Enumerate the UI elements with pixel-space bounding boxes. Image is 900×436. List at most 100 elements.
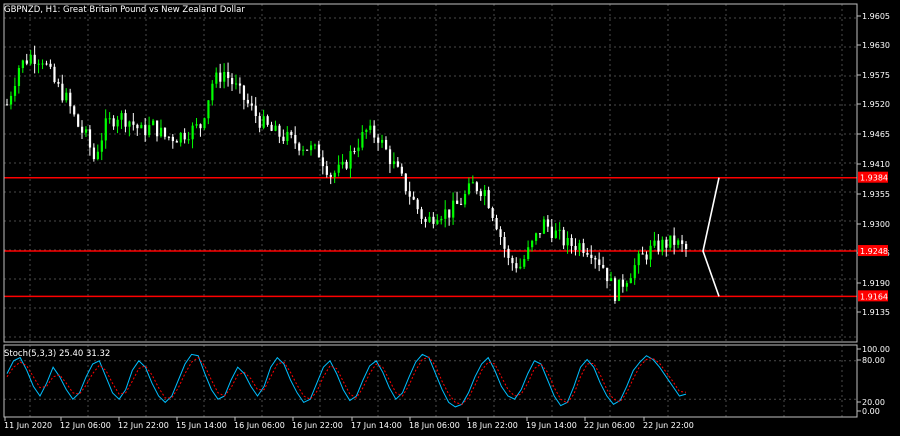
candle-body (9, 95, 13, 105)
candle-body (436, 220, 439, 224)
price-chart[interactable]: 1.9605 1.9630 1.9575 1.9520 1.9465 1.9410 1.93… (0, 0, 900, 436)
candle-body (219, 72, 222, 82)
candle-body (29, 54, 32, 64)
candle-body (152, 120, 155, 126)
candle-body (377, 137, 380, 143)
candle-body (45, 63, 48, 65)
candle-body (306, 149, 309, 151)
candle-body (6, 104, 9, 106)
candle-body (475, 182, 478, 192)
candle-body (53, 66, 56, 82)
candle-body (606, 267, 609, 282)
candle-body (578, 243, 581, 250)
candle-body (633, 265, 636, 279)
candle-body (550, 226, 553, 239)
candle-body (73, 106, 76, 115)
candle-body (274, 125, 277, 131)
candle-body (452, 200, 455, 218)
candle-body (357, 147, 360, 152)
candle-body (313, 144, 317, 146)
candle-body (499, 229, 502, 238)
candle-body (657, 240, 660, 252)
price-tick-label: 1.9630 (862, 41, 890, 50)
candle-body (424, 218, 427, 222)
candle-body (167, 136, 171, 138)
time-tick-label: 17 Jun 14:00 (351, 421, 402, 430)
candle-body (238, 83, 242, 86)
candle-body (649, 245, 652, 260)
candle-body (353, 151, 356, 153)
candle-body (456, 200, 459, 204)
candle-body (463, 193, 467, 205)
candle-body (487, 190, 490, 209)
candle-body (211, 83, 214, 101)
candle-body (602, 264, 605, 268)
candle-body (120, 113, 123, 120)
time-tick-label: 15 Jun 14:00 (176, 421, 227, 430)
candle-body (586, 252, 589, 255)
candle-body (365, 129, 368, 133)
price-tick-label: 1.9520 (862, 100, 890, 109)
stoch-tick-label: 80.00 (862, 356, 885, 365)
candle-body (661, 239, 664, 252)
candle-body (17, 68, 21, 86)
price-tick-label: 1.9465 (862, 130, 890, 139)
candle-body (428, 216, 431, 222)
stoch-tick-label: 0.00 (862, 407, 880, 416)
candle-body (282, 136, 285, 142)
candle-body (96, 151, 99, 160)
candle-body (156, 120, 159, 137)
candle-body (349, 151, 352, 169)
candle-body (25, 60, 28, 64)
candle-body (254, 105, 257, 117)
candle-body (33, 54, 36, 64)
candle-body (519, 266, 522, 269)
candle-body (163, 127, 167, 137)
candle-body (104, 118, 107, 141)
candle-body (69, 92, 72, 107)
time-tick-label: 19 Jun 14:00 (526, 421, 577, 430)
candle-body (65, 92, 68, 101)
candle-body (531, 240, 534, 248)
candle-body (136, 124, 139, 129)
candle-body (558, 229, 561, 231)
candle-body (432, 216, 435, 224)
candle-body (227, 71, 230, 79)
time-tick-label: 18 Jun 22:00 (467, 421, 518, 430)
candle-body (590, 254, 593, 259)
candle-body (270, 124, 273, 131)
time-tick-label: 22 Jun 06:00 (584, 421, 635, 430)
price-tick-label: 1.9135 (862, 308, 890, 317)
candle-body (341, 161, 344, 165)
candle-body (92, 147, 96, 160)
candle-body (57, 81, 60, 84)
candle-body (448, 209, 451, 218)
candle-body (467, 183, 471, 194)
candle-body (629, 278, 632, 284)
candle-body (515, 263, 518, 269)
stoch-tick-label: 100.00 (862, 345, 890, 354)
candle-body (420, 209, 423, 219)
candle-body (582, 243, 585, 253)
candle-body (554, 230, 557, 239)
price-tick-label: 1.9605 (862, 12, 890, 21)
candle-body (21, 60, 24, 69)
time-tick-label: 12 Jun 22:00 (118, 421, 169, 430)
candle-body (527, 247, 530, 260)
candle-body (538, 233, 542, 235)
candle-body (361, 132, 364, 148)
candle-body (144, 124, 147, 136)
candle-body (673, 235, 676, 245)
candle-body (128, 121, 131, 127)
candle-body (444, 209, 447, 219)
candle-body (653, 240, 656, 246)
candle-body (677, 240, 680, 245)
candle-body (49, 63, 52, 67)
stoch-tick-label: 20.00 (862, 398, 885, 407)
candle-body (562, 229, 565, 246)
candle-body (570, 238, 573, 246)
candle-body (41, 63, 44, 65)
time-tick-label: 22 Jun 22:00 (643, 421, 694, 430)
chart-title: GBPNZD, H1: Great Britain Pound vs New Z… (4, 5, 245, 15)
candle-body (100, 140, 103, 152)
